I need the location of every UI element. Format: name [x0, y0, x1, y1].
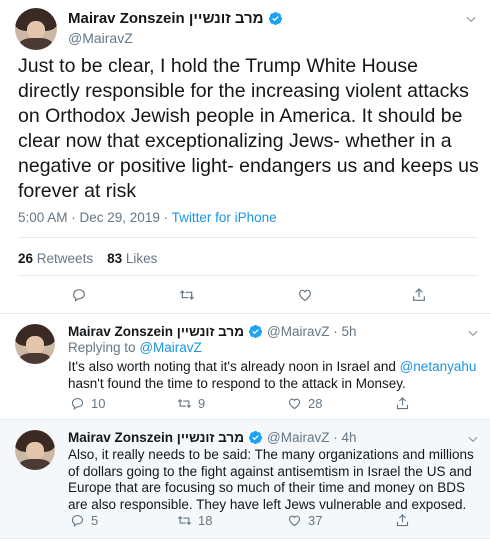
retweet-button[interactable]: 18: [177, 513, 212, 528]
retweet-icon: [177, 398, 192, 409]
handle-time[interactable]: @MairavZ · 4h: [267, 430, 356, 445]
retweet-icon: [177, 515, 192, 526]
reply-count: 10: [91, 396, 106, 411]
reply-tweet[interactable]: Mairav Zonszein מרב זונשיין @MairavZ · 5…: [0, 314, 490, 420]
like-count: 28: [308, 396, 323, 411]
author-name[interactable]: Mairav Zonszein מרב זונשיין: [68, 324, 244, 339]
tweet-text: Just to be clear, I hold the Trump White…: [18, 55, 479, 202]
reply-header: Mairav Zonszein מרב זונשיין @MairavZ · 5…: [68, 324, 356, 339]
like-icon: [288, 398, 301, 410]
tweet-actions: [0, 287, 490, 307]
reply-button[interactable]: 10: [70, 396, 105, 411]
main-tweet: Mairav Zonszein מרב זונשיין @MairavZ Jus…: [0, 0, 490, 314]
tweet-source[interactable]: Twitter for iPhone: [172, 210, 277, 225]
retweet-count: 18: [198, 513, 213, 528]
tweet-time[interactable]: 5:00 AM · Dec 29, 2019: [18, 210, 160, 225]
reply-text: It's also worth noting that it's already…: [68, 359, 477, 391]
retweet-icon[interactable]: [179, 287, 195, 303]
avatar[interactable]: [15, 324, 55, 364]
chevron-down-icon[interactable]: [464, 12, 478, 26]
like-icon[interactable]: [297, 287, 313, 303]
reply-count: 5: [91, 513, 99, 528]
chevron-down-icon[interactable]: [466, 432, 480, 446]
reply-actions: 5 18 37: [68, 513, 468, 531]
author-name[interactable]: Mairav Zonszein מרב זונשיין: [68, 430, 244, 445]
share-icon[interactable]: [395, 396, 410, 411]
verified-badge-icon: [248, 324, 263, 339]
divider: [18, 275, 478, 276]
reply-text: Also, it really needs to be said: The ma…: [68, 447, 474, 512]
reply-header: Mairav Zonszein מרב זונשיין @MairavZ · 4…: [68, 430, 356, 445]
verified-badge-icon: [248, 430, 263, 445]
share-icon[interactable]: [411, 287, 427, 303]
like-icon: [288, 515, 301, 527]
handle-time[interactable]: @MairavZ · 5h: [267, 324, 356, 339]
mention-link[interactable]: @netanyahu: [400, 359, 477, 374]
avatar[interactable]: [15, 430, 55, 470]
author-handle[interactable]: @MairavZ: [68, 30, 133, 46]
divider: [18, 237, 478, 238]
reply-button[interactable]: 5: [70, 513, 98, 528]
like-button[interactable]: 28: [287, 396, 322, 411]
verified-badge-icon: [268, 11, 282, 26]
avatar[interactable]: [15, 8, 57, 50]
share-icon[interactable]: [395, 513, 410, 528]
reply-icon: [71, 514, 84, 527]
replying-to: Replying to @MairavZ: [68, 340, 202, 355]
likes-stat[interactable]: 83 Likes: [107, 251, 157, 266]
retweet-count: 9: [198, 396, 206, 411]
tweet-meta: 5:00 AM · Dec 29, 2019 · Twitter for iPh…: [18, 210, 277, 225]
retweet-button[interactable]: 9: [177, 396, 205, 411]
author-name-row[interactable]: Mairav Zonszein מרב זונשיין: [68, 10, 283, 27]
reply-icon[interactable]: [71, 287, 87, 303]
author-name[interactable]: Mairav Zonszein מרב זונשיין: [68, 10, 264, 27]
tweet-stats: 26 Retweets 83 Likes: [18, 251, 157, 266]
reply-tweet[interactable]: Mairav Zonszein מרב זונשיין @MairavZ · 4…: [0, 420, 490, 539]
like-button[interactable]: 37: [287, 513, 322, 528]
chevron-down-icon[interactable]: [466, 326, 480, 340]
replying-to-handle[interactable]: @MairavZ: [139, 340, 201, 355]
reply-icon: [71, 397, 84, 410]
retweets-stat[interactable]: 26 Retweets: [18, 251, 93, 266]
like-count: 37: [308, 513, 323, 528]
reply-actions: 10 9 28: [68, 396, 468, 414]
